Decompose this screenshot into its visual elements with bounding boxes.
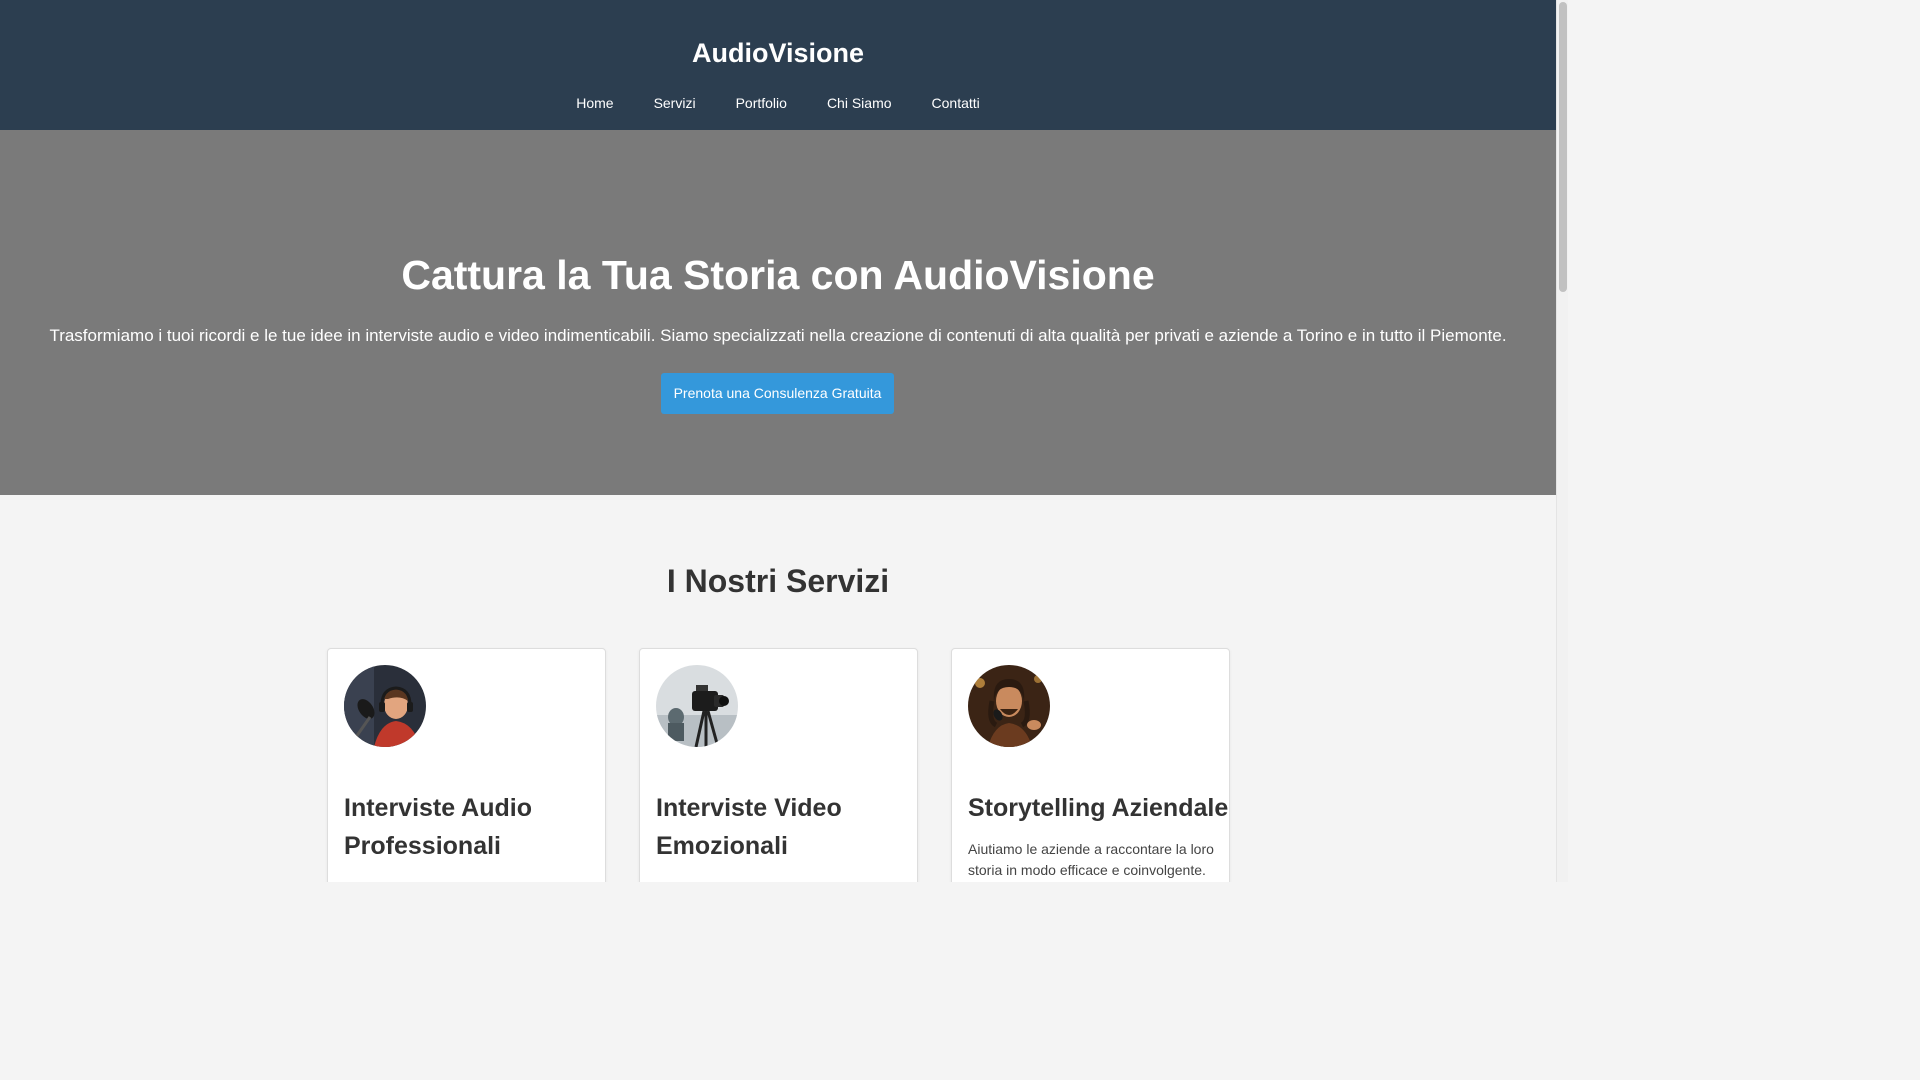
hero-text: Trasformiamo i tuoi ricordi e le tue ide…	[49, 326, 1507, 345]
podcaster-microphone-image	[344, 665, 426, 747]
service-card-storytelling: Storytelling Aziendale Aiutiamo le azien…	[951, 648, 1230, 882]
hero-title: Cattura la Tua Storia con AudioVisione	[401, 252, 1155, 298]
service-card-video: Interviste Video Emozionali	[639, 648, 918, 882]
nav-servizi[interactable]: Servizi	[634, 93, 716, 113]
site-header: AudioVisione Home Servizi Portfolio Chi …	[0, 0, 1556, 130]
video-camera-image	[656, 665, 738, 747]
nav-contatti[interactable]: Contatti	[912, 93, 1000, 113]
service-card-audio: Interviste Audio Professionali	[327, 648, 606, 882]
service-description: Aiutiamo le aziende a raccontare la loro…	[968, 841, 1214, 878]
nav-portfolio[interactable]: Portfolio	[716, 93, 807, 113]
page-scrollbar[interactable]	[1556, 0, 1568, 882]
book-consultation-button[interactable]: Prenota una Consulenza Gratuita	[661, 373, 894, 414]
scrollbar-thumb[interactable]	[1559, 2, 1567, 292]
service-title: Storytelling Aziendale	[968, 794, 1229, 822]
singer-microphone-image	[968, 665, 1050, 747]
service-title: Interviste Audio Professionali	[344, 794, 532, 860]
page: AudioVisione Home Servizi Portfolio Chi …	[0, 0, 1556, 882]
service-title: Interviste Video Emozionali	[656, 794, 842, 860]
brand-logo[interactable]: AudioVisione	[0, 36, 1556, 70]
main-nav: Home Servizi Portfolio Chi Siamo Contatt…	[0, 93, 1556, 113]
hero-section: Cattura la Tua Storia con AudioVisione T…	[0, 130, 1556, 495]
services-title: I Nostri Servizi	[666, 563, 890, 599]
nav-home[interactable]: Home	[556, 93, 633, 113]
nav-chi-siamo[interactable]: Chi Siamo	[807, 93, 912, 113]
